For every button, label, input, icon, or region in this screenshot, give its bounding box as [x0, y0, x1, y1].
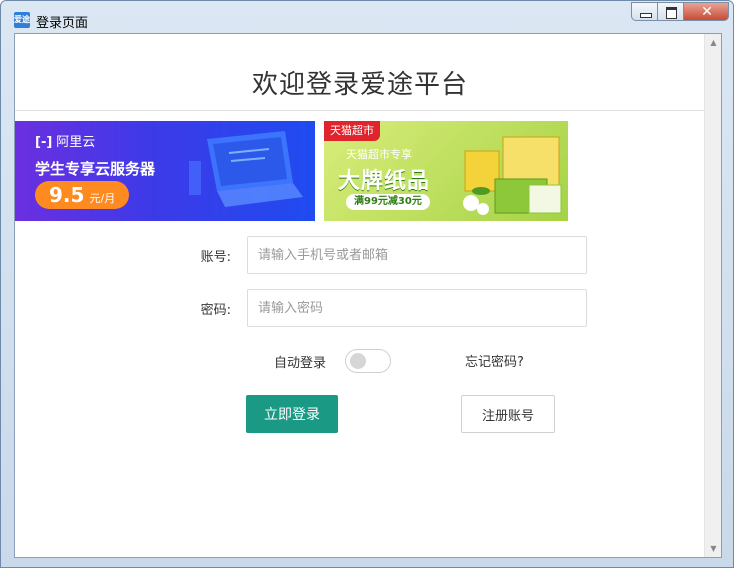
maximize-button[interactable]: [657, 2, 683, 21]
title-bar[interactable]: 爱途 登录页面 ✕: [1, 1, 735, 33]
vertical-scrollbar[interactable]: ▲ ▼: [704, 34, 721, 557]
register-button[interactable]: 注册账号: [461, 395, 555, 433]
aliyun-ad-banner[interactable]: [-] 阿里云 学生专享云服务器 9.5 元/月: [15, 121, 315, 221]
aliyun-logo-icon: [-]: [35, 135, 53, 150]
window-title: 登录页面: [36, 16, 89, 31]
tmall-headline: 大牌纸品: [338, 169, 431, 194]
toggle-knob: [350, 353, 366, 369]
scroll-down-icon[interactable]: ▼: [705, 540, 721, 557]
aliyun-price-value: 9.5: [49, 183, 85, 207]
account-label: 账号:: [200, 250, 231, 265]
auto-login-label: 自动登录: [274, 356, 327, 371]
login-page: 欢迎登录爱途平台 [-] 阿里云 学生专享云服务器 9.5 元/月 天猫超市 天猫: [14, 33, 722, 558]
title-divider: [15, 110, 706, 111]
close-icon: ✕: [701, 4, 713, 20]
aliyun-price-unit: 元/月: [89, 192, 116, 205]
aliyun-logo-text: 阿里云: [56, 135, 96, 150]
forgot-password-link[interactable]: 忘记密码?: [465, 351, 524, 370]
password-input[interactable]: [247, 289, 587, 327]
app-logo-icon: 爱途: [14, 12, 30, 28]
password-label: 密码:: [200, 303, 231, 318]
login-button[interactable]: 立即登录: [246, 395, 338, 433]
scroll-up-icon[interactable]: ▲: [705, 34, 721, 51]
tmall-deal-badge: 满99元减30元: [346, 194, 430, 210]
laptop-illustration-icon: [189, 131, 303, 207]
app-window: 爱途 登录页面 ✕ 欢迎登录爱途平台 [-] 阿里云 学生专享云服务器 9.5 元…: [0, 0, 734, 568]
minimize-icon: [640, 13, 652, 18]
tissue-product-icon: [463, 136, 562, 215]
auto-login-toggle[interactable]: [345, 349, 391, 373]
aliyun-promo-text: 学生专享云服务器: [35, 160, 156, 178]
minimize-button[interactable]: [631, 2, 657, 21]
maximize-icon: [666, 7, 677, 19]
page-title: 欢迎登录爱途平台: [251, 70, 468, 100]
tmall-ad-banner[interactable]: 天猫超市 天猫超市专享 大牌纸品 满99元减30元: [324, 121, 568, 221]
close-button[interactable]: ✕: [683, 2, 729, 21]
window-controls: ✕: [631, 2, 729, 21]
tmall-subtitle: 天猫超市专享: [346, 148, 412, 161]
aliyun-price-badge: 9.5 元/月: [35, 181, 130, 209]
aliyun-logo: [-] 阿里云: [35, 131, 95, 150]
account-input[interactable]: [247, 236, 587, 274]
tmall-tag: 天猫超市: [324, 121, 380, 141]
